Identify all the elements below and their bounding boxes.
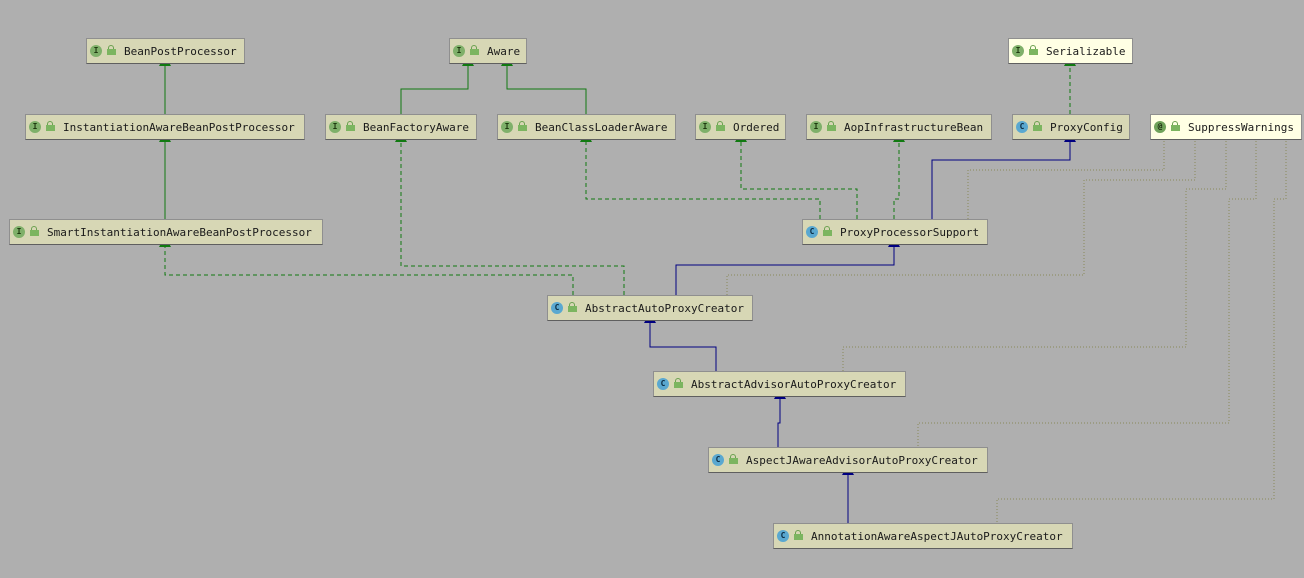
edge-aapc-to-bfa [395,131,625,295]
node-label: AbstractAdvisorAutoProxyCreator [691,377,897,391]
diagram-edges [159,55,1287,523]
node-label: AnnotationAwareAspectJAutoProxyCreator [811,529,1063,543]
public-lock-icon [1029,44,1038,55]
edge-aaapc-to-aapc [644,312,717,371]
node-abstract-auto-proxy-creator[interactable]: C AbstractAutoProxyCreator [547,295,753,321]
node-label: BeanPostProcessor [124,44,237,58]
edge-pps-to-proxyconfig [931,131,1076,219]
node-label: ProxyConfig [1050,120,1123,134]
class-icon: C [712,454,724,466]
public-lock-icon [827,120,836,131]
class-icon: C [551,302,563,314]
public-lock-icon [46,120,55,131]
interface-icon: I [13,226,25,238]
public-lock-icon [674,377,683,388]
node-label: AopInfrastructureBean [844,120,984,134]
interface-icon: I [810,121,822,133]
node-annotation-aware-aspectj-auto-proxy-creator[interactable]: C AnnotationAwareAspectJAutoProxyCreator [773,523,1073,549]
class-icon: C [777,530,789,542]
edge-pps-to-bcla [580,131,821,219]
edge-pps-to-ordered [735,131,858,219]
node-label: ProxyProcessorSupport [840,225,980,239]
edge-bcla-to-aware [501,55,587,114]
node-label: BeanClassLoaderAware [535,120,668,134]
interface-icon: I [453,45,465,57]
public-lock-icon [30,225,39,236]
node-label: Aware [487,44,521,58]
node-label: Serializable [1046,44,1126,58]
class-icon: C [1016,121,1028,133]
node-bean-factory-aware[interactable]: I BeanFactoryAware [325,114,477,140]
class-icon: C [657,378,669,390]
node-instantiation-aware-bean-post-processor[interactable]: I InstantiationAwareBeanPostProcessor [25,114,305,140]
node-aspectj-aware-advisor-auto-proxy-creator[interactable]: C AspectJAwareAdvisorAutoProxyCreator [708,447,988,473]
edge-aapc-to-siabpp [159,236,574,295]
interface-icon: I [501,121,513,133]
node-label: SmartInstantiationAwareBeanPostProcessor [47,225,312,239]
public-lock-icon [716,120,725,131]
public-lock-icon [1033,120,1042,131]
interface-icon: I [29,121,41,133]
node-proxy-config[interactable]: C ProxyConfig [1012,114,1130,140]
edge-bfa-to-aware [400,55,474,114]
class-icon: C [806,226,818,238]
public-lock-icon [823,225,832,236]
public-lock-icon [794,529,803,540]
edge-pps-to-aopinfra [893,131,905,219]
interface-icon: I [699,121,711,133]
node-proxy-processor-support[interactable]: C ProxyProcessorSupport [802,219,988,245]
node-label: AbstractAutoProxyCreator [585,301,744,315]
edge-suppress-to-aapc [726,141,1196,295]
node-abstract-advisor-auto-proxy-creator[interactable]: C AbstractAdvisorAutoProxyCreator [653,371,906,397]
edge-ajaaapc-to-aaapc [774,388,786,447]
public-lock-icon [346,120,355,131]
public-lock-icon [470,44,479,55]
public-lock-icon [568,301,577,312]
public-lock-icon [1171,120,1180,131]
interface-icon: I [90,45,102,57]
interface-icon: I [329,121,341,133]
node-label: AspectJAwareAdvisorAutoProxyCreator [746,453,978,467]
node-label: Ordered [733,120,780,134]
node-smart-instantiation-aware-bean-post-processor[interactable]: I SmartInstantiationAwareBeanPostProcess… [9,219,323,245]
node-suppress-warnings[interactable]: @ SuppressWarnings [1150,114,1302,140]
node-ordered[interactable]: I Ordered [695,114,786,140]
node-bean-post-processor[interactable]: I BeanPostProcessor [86,38,245,64]
node-aware[interactable]: I Aware [449,38,527,64]
node-serializable[interactable]: I Serializable [1008,38,1133,64]
public-lock-icon [729,453,738,464]
node-aop-infrastructure-bean[interactable]: I AopInfrastructureBean [806,114,992,140]
interface-icon: I [1012,45,1024,57]
node-label: BeanFactoryAware [363,120,469,134]
public-lock-icon [107,44,116,55]
edge-aapc-to-pps [675,236,900,295]
public-lock-icon [518,120,527,131]
node-label: SuppressWarnings [1188,120,1294,134]
node-label: InstantiationAwareBeanPostProcessor [63,120,295,134]
node-bean-class-loader-aware[interactable]: I BeanClassLoaderAware [497,114,676,140]
edge-suppress-to-aaapc [842,141,1227,371]
edge-suppress-to-anaajapc [996,141,1287,523]
annotation-icon: @ [1154,121,1166,133]
edge-suppress-to-ajaaapc [917,141,1257,447]
